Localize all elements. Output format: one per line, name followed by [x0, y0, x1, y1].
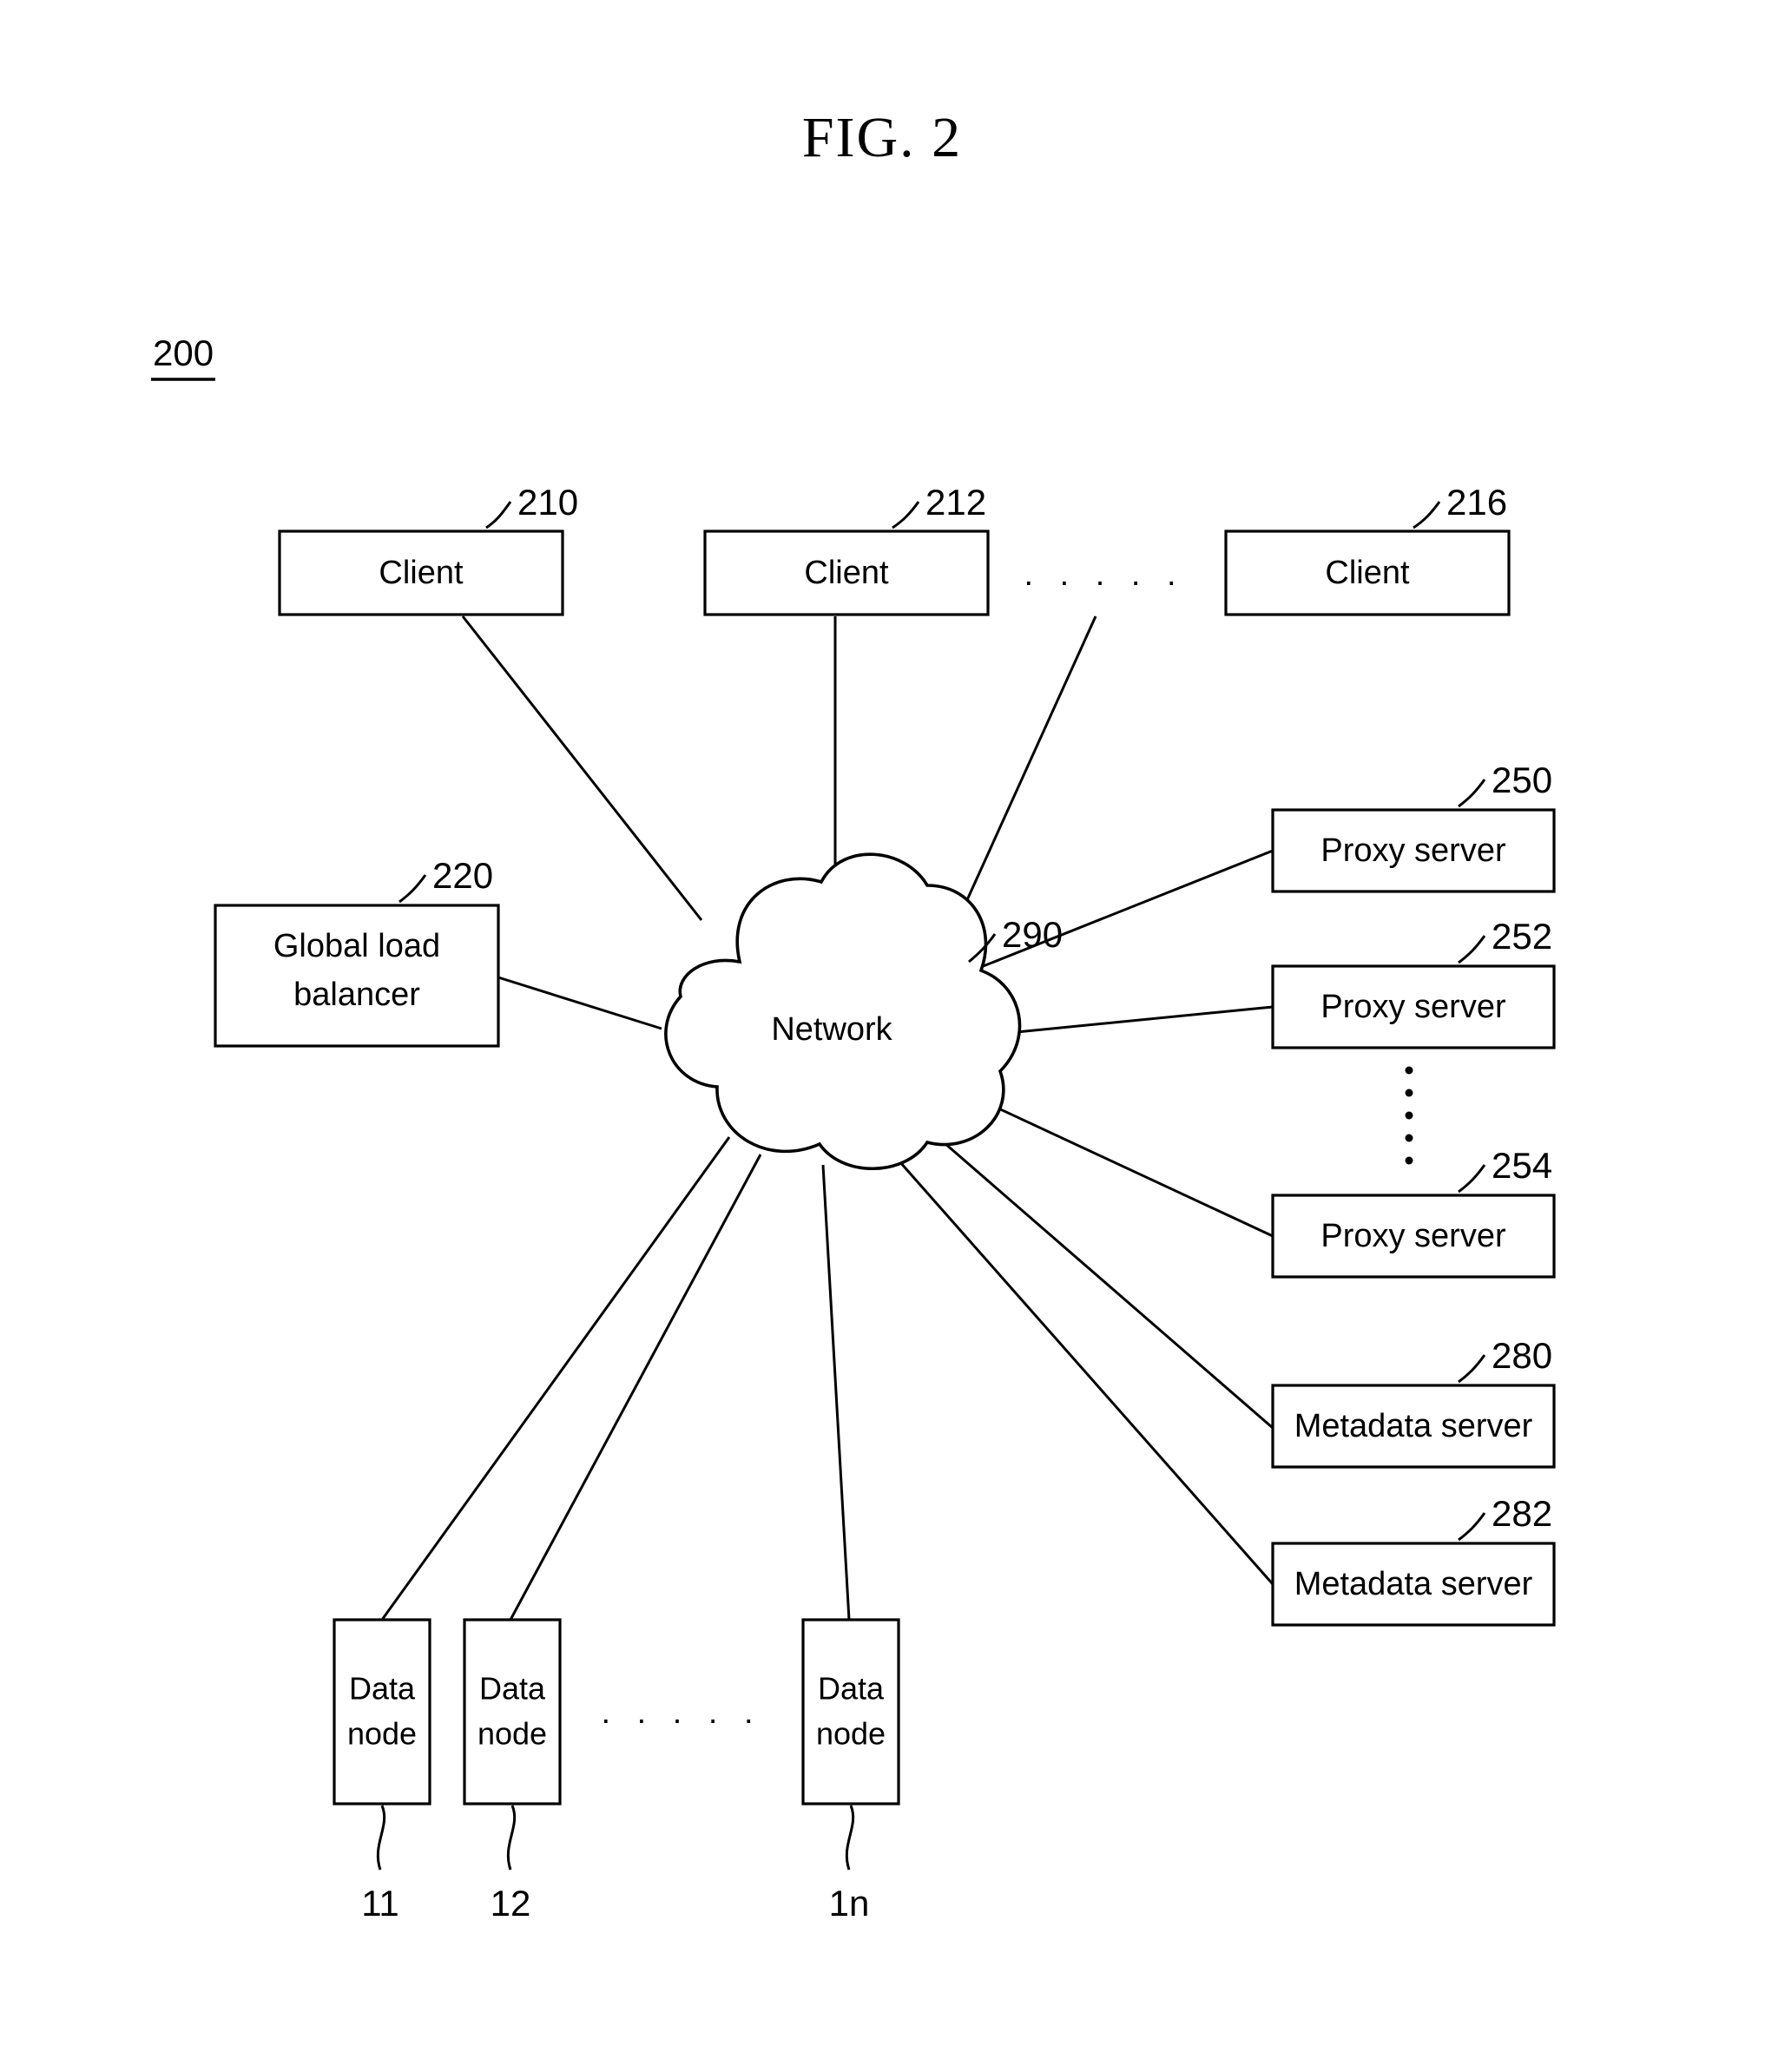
- client-box-210[interactable]: Client: [278, 530, 564, 616]
- link-client-210-to-network: [461, 615, 703, 921]
- metadata-server-282-label: Metadata server: [1294, 1566, 1533, 1602]
- network-cloud-label: Network: [771, 1011, 892, 1048]
- link-network-to-metadata-282: [892, 1154, 1274, 1585]
- leader-data-node-11: [376, 1805, 386, 1871]
- metadata-server-280-label: Metadata server: [1294, 1408, 1533, 1444]
- proxy-server-box-250[interactable]: Proxy server: [1271, 808, 1556, 893]
- metadata-server-box-282[interactable]: Metadata server: [1271, 1542, 1556, 1627]
- metadata-server-282-ref: 282: [1492, 1493, 1552, 1534]
- global-load-balancer-label-line1: Global load: [273, 928, 440, 964]
- data-node-11-label-line1: Data: [349, 1671, 416, 1707]
- figure-title: FIG. 2: [802, 106, 962, 169]
- leader-client-216: [1413, 501, 1441, 530]
- leader-proxy-252: [1458, 935, 1486, 964]
- client-216-ref: 216: [1446, 482, 1507, 523]
- leader-client-212: [892, 501, 920, 530]
- proxy-server-252-ref: 252: [1492, 916, 1552, 957]
- metadata-server-box-280[interactable]: Metadata server: [1271, 1384, 1556, 1469]
- link-network-to-proxy-254: [970, 1094, 1274, 1238]
- data-node-11-rect[interactable]: [333, 1618, 431, 1806]
- data-node-12-label-line1: Data: [479, 1671, 546, 1707]
- client-box-216-label: Client: [1325, 555, 1410, 591]
- leader-metadata-280: [1458, 1354, 1486, 1384]
- leader-load-balancer: [398, 874, 427, 904]
- data-node-12-number: 12: [491, 1883, 531, 1924]
- proxy-server-250-label: Proxy server: [1320, 832, 1506, 869]
- proxy-server-vertical-ellipsis: [1405, 1066, 1413, 1165]
- patent-figure-canvas: FIG. 2 200 Client 210 Client 212 . . . .…: [151, 106, 1556, 1924]
- client-box-212[interactable]: Client: [703, 530, 990, 616]
- data-node-box-11[interactable]: Data node: [333, 1618, 431, 1806]
- proxy-server-box-254[interactable]: Proxy server: [1271, 1194, 1556, 1279]
- client-row-ellipsis: . . . . .: [1024, 556, 1184, 593]
- proxy-server-254-ref: 254: [1492, 1145, 1552, 1186]
- data-node-11-label-line2: node: [347, 1716, 417, 1752]
- data-node-1n-label-line1: Data: [818, 1671, 885, 1707]
- proxy-ellipsis-dot-3: [1405, 1111, 1413, 1120]
- proxy-ellipsis-dot-1: [1405, 1066, 1413, 1075]
- proxy-ellipsis-dot-4: [1405, 1134, 1413, 1142]
- data-node-12-rect[interactable]: [463, 1618, 562, 1806]
- leader-data-node-1n: [845, 1805, 855, 1871]
- global-load-balancer-ref: 220: [432, 855, 493, 896]
- metadata-server-280-ref: 280: [1492, 1335, 1552, 1376]
- proxy-server-box-252[interactable]: Proxy server: [1271, 964, 1556, 1049]
- proxy-server-254-label: Proxy server: [1320, 1218, 1506, 1254]
- leader-client-210: [485, 501, 512, 530]
- network-cloud[interactable]: Network: [664, 852, 1022, 1170]
- data-node-box-12[interactable]: Data node: [463, 1618, 562, 1806]
- data-node-12-label-line2: node: [477, 1716, 547, 1752]
- link-network-to-data-node-1n: [821, 1164, 851, 1621]
- data-node-box-1n[interactable]: Data node: [801, 1618, 900, 1806]
- link-client-216-to-network: [952, 615, 1097, 931]
- proxy-server-250-ref: 250: [1492, 760, 1552, 800]
- client-box-210-label: Client: [379, 555, 464, 591]
- proxy-server-252-label: Proxy server: [1320, 989, 1506, 1025]
- link-network-to-metadata-280: [937, 1135, 1274, 1430]
- data-node-row-ellipsis: . . . . .: [601, 1694, 761, 1731]
- data-node-1n-rect[interactable]: [801, 1618, 900, 1806]
- network-ref: 290: [1002, 914, 1063, 955]
- link-network-to-data-node-11: [380, 1136, 731, 1621]
- global-load-balancer-rect[interactable]: [214, 904, 500, 1048]
- proxy-ellipsis-dot-2: [1405, 1089, 1413, 1097]
- data-node-11-number: 11: [361, 1883, 399, 1924]
- leader-data-node-12: [506, 1805, 517, 1871]
- system-reference-number: 200: [153, 332, 214, 373]
- figure-page: FIG. 2 200 Client 210 Client 212 . . . .…: [0, 0, 1765, 2072]
- client-box-212-label: Client: [804, 555, 889, 591]
- leader-proxy-254: [1458, 1164, 1486, 1194]
- proxy-ellipsis-dot-5: [1405, 1156, 1413, 1165]
- link-network-to-proxy-250: [963, 849, 1274, 976]
- leader-proxy-250: [1458, 779, 1486, 808]
- global-load-balancer-label-line2: balancer: [293, 977, 420, 1013]
- client-210-ref: 210: [517, 482, 578, 523]
- leader-metadata-282: [1458, 1512, 1486, 1542]
- data-node-1n-label-line2: node: [816, 1716, 886, 1752]
- link-load-balancer-to-network: [497, 976, 662, 1030]
- global-load-balancer-box[interactable]: Global load balancer: [214, 904, 500, 1048]
- client-212-ref: 212: [925, 482, 986, 523]
- client-box-216[interactable]: Client: [1224, 530, 1511, 616]
- link-network-to-proxy-252: [980, 1005, 1274, 1037]
- data-node-1n-number: 1n: [829, 1883, 870, 1924]
